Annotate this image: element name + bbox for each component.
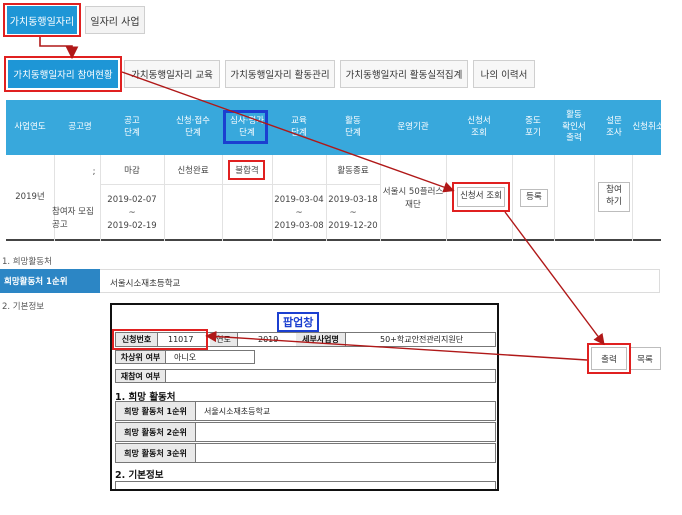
- cell-year: 2019년: [15, 192, 45, 202]
- tab-activity-management[interactable]: 가치동행일자리 활동관리: [225, 60, 335, 88]
- view-application-button[interactable]: 신청서 조회: [457, 187, 505, 207]
- col-header-view: 신청서 조회: [467, 115, 491, 138]
- app-no-value: 11017: [168, 335, 194, 344]
- popup-title: 팝업창: [277, 312, 320, 332]
- application-popup: 팝업창 신청번호 11017 연도 2019 세부사업명 50+학교안전관리지원…: [110, 303, 499, 491]
- col-header-survey: 설문 조사: [606, 115, 622, 138]
- next-value: 아니오: [174, 352, 197, 362]
- cell-notice-mark: ;: [92, 167, 96, 177]
- col-header-quit: 중도 포기: [525, 115, 541, 138]
- list-button[interactable]: 목록: [629, 347, 661, 370]
- quit-register-button[interactable]: 등록: [520, 189, 548, 207]
- col-divider: [554, 155, 555, 241]
- tab-value-job[interactable]: 가치동행일자리: [7, 6, 77, 34]
- cell-notice-dates: 2019-02-07 ~ 2019-02-19: [107, 195, 157, 231]
- year-value: 2019: [258, 335, 279, 344]
- hope-2-label: 희망 활동처 2순위: [116, 423, 196, 441]
- cell-notice-stage: 마감: [124, 166, 140, 176]
- arrow-tab-to-subtab: [39, 37, 79, 60]
- section-basic-title: 2. 기본정보: [2, 302, 45, 312]
- year-label: 연도: [210, 333, 238, 346]
- tab-participation-status[interactable]: 가치동행일자리 참여현황: [8, 60, 118, 88]
- cell-activity-stage: 활동종료: [337, 166, 369, 176]
- tab-activity-summary[interactable]: 가치동행일자리 활동실적집계: [340, 60, 468, 88]
- hope-1-value: 서울시소재초등학교: [204, 406, 271, 416]
- col-header-year: 사업연도: [14, 121, 46, 132]
- hope-value: 서울시소재초등학교: [110, 279, 181, 289]
- col-header-review-stage: 심사·평가 단계: [230, 115, 264, 138]
- cell-notice-name[interactable]: 참여자 모집 공고: [52, 206, 98, 232]
- col-divider: [512, 155, 513, 241]
- tab-education[interactable]: 가치동행일자리 교육: [124, 60, 220, 88]
- cell-apply-stage: 신청완료: [177, 166, 209, 176]
- section-hope-title: 1. 희망활동처: [2, 257, 52, 267]
- app-no-label: 신청번호: [116, 333, 158, 346]
- col-header-cancel: 신청취소: [632, 121, 664, 132]
- tab-my-resume[interactable]: 나의 이력서: [473, 60, 535, 88]
- col-header-org: 운영기관: [397, 121, 429, 132]
- col-header-apply-stage: 신청·접수 단계: [176, 115, 210, 138]
- popup-row-reentry: [115, 369, 496, 383]
- cell-edu-dates: 2019-03-04 ~ 2019-03-08: [274, 195, 324, 231]
- col-header-certificate: 활동 확인서 출력: [562, 109, 586, 144]
- col-header-edu-stage: 교육 단계: [291, 115, 307, 138]
- col-header-notice-stage: 공고 단계: [124, 115, 140, 138]
- next-label: 차상위 여부: [116, 351, 166, 363]
- survey-join-button[interactable]: 참여 하기: [598, 182, 630, 212]
- tab-job-project[interactable]: 일자리 사업: [85, 6, 145, 34]
- cell-review-stage: 불합격: [235, 166, 259, 176]
- biz-value: 50+학교안전관리지원단: [380, 335, 464, 344]
- hope-label: 희망활동처 1순위: [0, 269, 100, 293]
- col-header-activity-stage: 활동 단계: [345, 115, 361, 138]
- cell-activity-dates: 2019-03-18 ~ 2019-12-20: [328, 195, 378, 231]
- popup-basic-heading: 2. 기본정보: [115, 470, 164, 481]
- col-divider: [594, 155, 595, 241]
- print-button[interactable]: 출력: [591, 347, 627, 370]
- hope-1-label: 희망 활동처 1순위: [116, 402, 196, 420]
- hope-3-label: 희망 활동처 3순위: [116, 444, 196, 462]
- popup-basic-row: [115, 481, 496, 489]
- biz-label: 세부사업명: [296, 333, 346, 346]
- col-divider: [632, 155, 633, 241]
- col-divider: [446, 155, 447, 241]
- cell-org: 서울시 50플러스 재단: [382, 187, 444, 210]
- re-label: 재참여 여부: [116, 370, 166, 382]
- row-divider: [100, 184, 380, 185]
- col-header-notice: 공고명: [68, 121, 92, 132]
